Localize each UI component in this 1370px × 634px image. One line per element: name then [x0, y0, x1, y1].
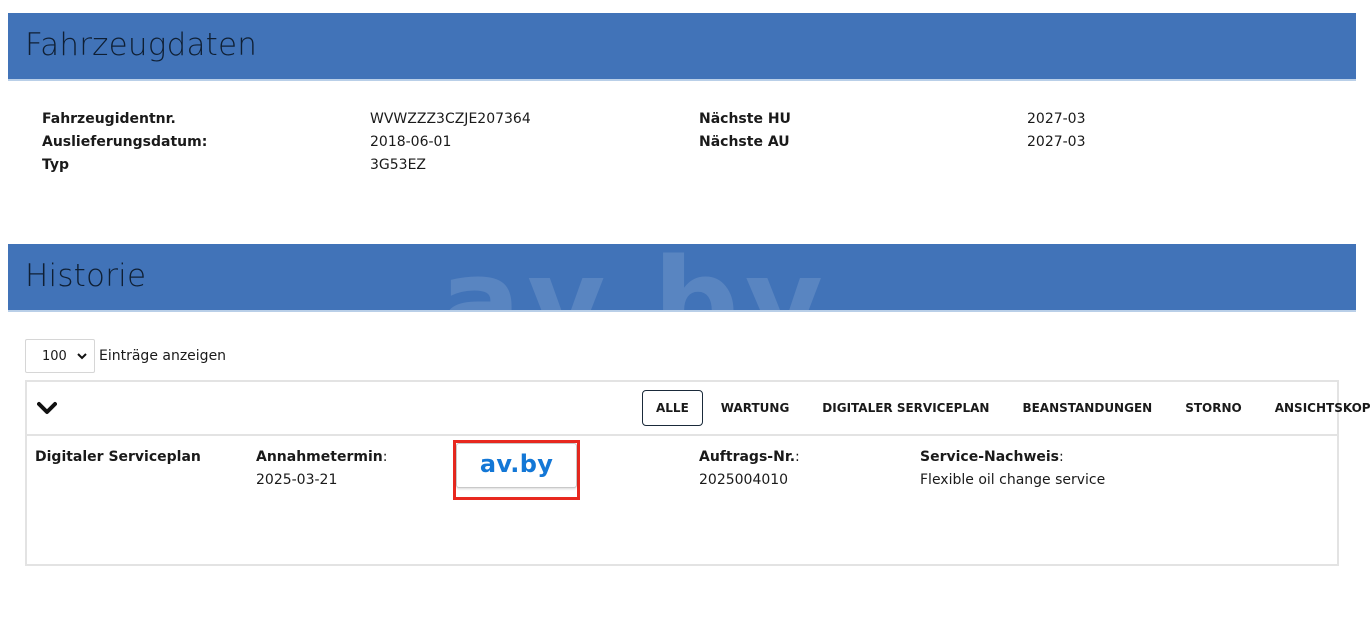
- history-header: av.by Historie: [8, 244, 1356, 312]
- tab-ansichtskopie[interactable]: ANSICHTSKOPIE: [1260, 390, 1370, 426]
- history-title: Historie: [25, 258, 147, 294]
- auftrag-label: Auftrags-Nr.:: [699, 449, 800, 465]
- next-hu-label: Nächste HU: [699, 111, 791, 127]
- nachweis-label-text: Service-Nachweis: [920, 449, 1060, 465]
- next-hu-value: 2027-03: [1027, 111, 1086, 127]
- annahmetermin-label: Annahmetermin:: [256, 449, 388, 465]
- chevron-down-icon[interactable]: [37, 400, 57, 416]
- tab-storno[interactable]: STORNO: [1170, 390, 1257, 426]
- type-label: Typ: [42, 157, 70, 173]
- vehicle-data-header: Fahrzeugdaten: [8, 13, 1356, 81]
- avby-logo[interactable]: av.by: [456, 443, 577, 488]
- tab-alle[interactable]: ALLE: [642, 390, 703, 426]
- next-au-label: Nächste AU: [699, 134, 790, 150]
- tab-beanstandungen[interactable]: BEANSTANDUNGEN: [1007, 390, 1167, 426]
- auftrag-label-text: Auftrags-Nr.: [699, 449, 796, 465]
- entries-select-value: 100: [42, 348, 67, 364]
- entry-type: Digitaler Serviceplan: [35, 449, 201, 465]
- history-table: ALLE WARTUNG DIGITALER SERVICEPLAN BEANS…: [25, 380, 1370, 566]
- filter-tabs: ALLE WARTUNG DIGITALER SERVICEPLAN BEANS…: [642, 390, 1370, 426]
- nachweis-value: Flexible oil change service: [920, 472, 1106, 488]
- watermark-text: av.by: [440, 244, 829, 310]
- annahmetermin-label-text: Annahmetermin: [256, 449, 383, 465]
- auftrag-value: 2025004010: [699, 472, 789, 488]
- next-au-value: 2027-03: [1027, 134, 1086, 150]
- vehicle-data-title: Fahrzeugdaten: [25, 27, 258, 63]
- tab-digitaler-serviceplan[interactable]: DIGITALER SERVICEPLAN: [807, 390, 1004, 426]
- history-entry: Digitaler Serviceplan Annahmetermin: 202…: [27, 438, 1337, 564]
- vin-label: Fahrzeugidentnr.: [42, 111, 176, 127]
- avby-logo-text: av.by: [479, 449, 554, 478]
- watermark-logo: av.by: [428, 244, 968, 310]
- delivery-date-label: Auslieferungsdatum:: [42, 134, 208, 150]
- tab-wartung[interactable]: WARTUNG: [706, 390, 805, 426]
- logo-highlight: av.by: [453, 440, 580, 500]
- entries-label: Einträge anzeigen: [99, 348, 227, 364]
- table-toolbar: ALLE WARTUNG DIGITALER SERVICEPLAN BEANS…: [27, 382, 1370, 436]
- vin-value: WVWZZZ3CZJE207364: [370, 111, 531, 127]
- type-value: 3G53EZ: [370, 157, 427, 173]
- delivery-date-value: 2018-06-01: [370, 134, 452, 150]
- entries-select[interactable]: 100: [25, 339, 95, 373]
- annahmetermin-value: 2025-03-21: [256, 472, 338, 488]
- nachweis-label: Service-Nachweis:: [920, 449, 1064, 465]
- chevron-down-icon: [77, 353, 87, 360]
- entries-control: 100 Einträge anzeigen: [25, 339, 226, 373]
